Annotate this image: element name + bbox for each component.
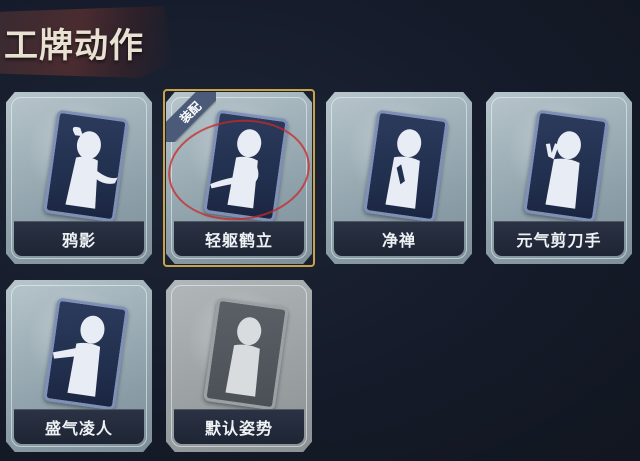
- pose-card: [43, 109, 129, 223]
- pose-card: [43, 297, 129, 411]
- card-label-bar: 鸦影: [14, 221, 144, 256]
- card-label: 净禅: [381, 231, 416, 250]
- card-label-bar: 默认姿势: [174, 409, 304, 444]
- card-label-bar: 轻躯鹤立: [174, 221, 304, 256]
- action-card-zen[interactable]: 净禅: [326, 92, 472, 264]
- card-label: 元气剪刀手: [516, 231, 602, 250]
- card-label: 轻躯鹤立: [204, 231, 273, 250]
- card-label-bar: 盛气凌人: [14, 409, 144, 444]
- silhouette-pose-crane-stance-icon: [210, 129, 262, 209]
- silhouette-pose-default-icon: [225, 317, 262, 397]
- card-label-bar: 元气剪刀手: [494, 221, 624, 256]
- silhouette-pose-crow-shadow-icon: [65, 126, 118, 209]
- pose-card: [203, 109, 289, 223]
- page-title: 工牌动作: [4, 26, 144, 66]
- silhouette-pose-zen-icon: [385, 129, 422, 209]
- card-label: 默认姿势: [204, 419, 273, 438]
- action-card-crow-shadow[interactable]: 鸦影: [6, 92, 152, 264]
- pose-card: [203, 297, 289, 411]
- silhouette-pose-peace-sign-icon: [545, 131, 581, 209]
- card-label: 盛气凌人: [44, 419, 113, 438]
- silhouette-pose-arrogant-icon: [52, 315, 105, 397]
- badge-action-screen: 工牌动作 鸦影 轻躯鹤立 装配 净禅 元气剪刀手 盛气凌人 默认姿势: [0, 0, 640, 461]
- card-label-bar: 净禅: [334, 221, 464, 256]
- action-card-peace-sign[interactable]: 元气剪刀手: [486, 92, 632, 264]
- pose-card: [523, 109, 609, 223]
- action-card-default[interactable]: 默认姿势: [166, 280, 312, 452]
- action-card-crane-stance[interactable]: 轻躯鹤立 装配: [163, 89, 315, 267]
- card-label: 鸦影: [61, 231, 96, 250]
- action-card-arrogant[interactable]: 盛气凌人: [6, 280, 152, 452]
- pose-card: [363, 109, 449, 223]
